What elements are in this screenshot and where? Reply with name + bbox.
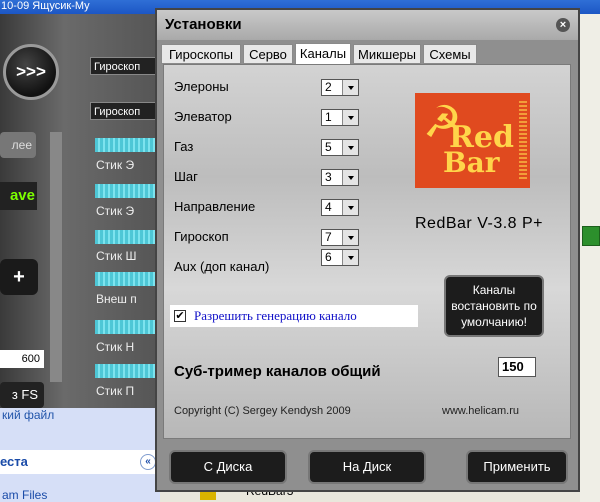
channel-select-rudder[interactable]: 4 (321, 199, 359, 216)
dialog-title: Установки (165, 16, 242, 33)
file-link[interactable]: кий файл (2, 408, 54, 422)
stick-label: Стик Э (96, 204, 135, 218)
collapse-icon[interactable]: « (140, 454, 156, 470)
task-section-title: еста (0, 454, 28, 469)
go-icon[interactable] (582, 226, 600, 246)
vertical-slider[interactable] (50, 132, 62, 382)
channel-select-ailerons[interactable]: 2 (321, 79, 359, 96)
channel-value: 2 (325, 80, 332, 94)
chevron-down-icon[interactable] (342, 230, 358, 245)
program-files-link[interactable]: am Files (2, 488, 47, 502)
chevron-down-icon[interactable] (342, 250, 358, 265)
stick-bar (95, 138, 160, 152)
channel-value: 5 (325, 140, 332, 154)
chevron-down-icon[interactable] (342, 200, 358, 215)
website-link[interactable]: www.helicam.ru (442, 405, 519, 417)
chevron-down-icon[interactable] (342, 140, 358, 155)
close-icon[interactable]: × (556, 18, 570, 32)
channel-label-elevator: Элеватор (174, 109, 232, 124)
enable-generation-checkbox[interactable]: ✔ (174, 310, 186, 322)
tab-mixers[interactable]: Микшеры (353, 44, 421, 64)
subtrim-input[interactable]: 150 (498, 357, 536, 377)
tab-gyros[interactable]: Гироскопы (161, 44, 241, 64)
background-window-edge (580, 14, 600, 502)
channel-select-elevator[interactable]: 1 (321, 109, 359, 126)
stick-bar (95, 320, 160, 334)
stick-label: Стик П (96, 384, 135, 398)
add-button[interactable]: + (0, 259, 38, 295)
redbar-logo: ☭ Red Bar (415, 93, 530, 188)
channel-value: 3 (325, 170, 332, 184)
logo-vertical-text (519, 101, 527, 181)
channels-panel: Элероны 2 Элеватор 1 Газ 5 Шаг 3 Направл… (163, 64, 571, 439)
logo-text-bar: Bar (443, 146, 500, 179)
channel-select-aux[interactable]: 6 (321, 249, 359, 266)
partial-button[interactable]: лее (0, 132, 36, 158)
stick-label: Стик Н (96, 340, 135, 354)
version-label: RedBar V-3.8 P+ (415, 215, 544, 232)
stick-label: Стик Ш (96, 249, 137, 263)
tab-servo[interactable]: Серво (243, 44, 293, 64)
channel-value: 7 (325, 230, 332, 244)
apply-button[interactable]: Применить (466, 450, 568, 484)
stick-label: Внеш п (96, 292, 137, 306)
stick-label: Стик Э (96, 158, 135, 172)
dialog-title-bar[interactable]: Установки × (157, 10, 578, 40)
chevron-down-icon[interactable] (342, 80, 358, 95)
play-button[interactable]: >>> (3, 44, 59, 100)
channel-value: 1 (325, 110, 332, 124)
gyro-combo-1[interactable]: Гироскоп (90, 57, 160, 75)
channel-value: 4 (325, 200, 332, 214)
load-from-disk-button[interactable]: С Диска (169, 450, 287, 484)
task-section-header[interactable]: еста « (0, 450, 160, 474)
stick-bar (95, 230, 160, 244)
channel-label-pitch: Шаг (174, 169, 198, 184)
stick-bar (95, 272, 160, 286)
channel-label-ailerons: Элероны (174, 79, 229, 94)
explorer-task-pane: кий файл еста « am Files (0, 408, 160, 502)
tab-schemes[interactable]: Схемы (423, 44, 477, 64)
channel-select-gyro[interactable]: 7 (321, 229, 359, 246)
chevron-down-icon[interactable] (342, 110, 358, 125)
enable-generation-label: Разрешить генерацию канало (194, 308, 357, 323)
chevron-down-icon[interactable] (342, 170, 358, 185)
settings-dialog: Установки × Гироскопы Серво Каналы Микше… (155, 8, 580, 492)
fs-button[interactable]: з FS (0, 382, 44, 408)
copyright-text: Copyright (C) Sergey Kendysh 2009 (174, 405, 351, 417)
stick-bar (95, 364, 160, 378)
stick-bar (95, 184, 160, 198)
tab-channels[interactable]: Каналы (295, 43, 351, 65)
channel-label-gyro: Гироскоп (174, 229, 229, 244)
save-to-disk-button[interactable]: На Диск (308, 450, 426, 484)
channel-select-pitch[interactable]: 3 (321, 169, 359, 186)
channel-value: 6 (325, 250, 332, 264)
value-field[interactable]: 600 (0, 350, 44, 368)
channel-select-throttle[interactable]: 5 (321, 139, 359, 156)
channel-label-throttle: Газ (174, 139, 194, 154)
reset-channels-button[interactable]: Каналы востановить по умолчанию! (444, 275, 544, 337)
background-app-panel: >>> Гироскоп Гироскоп лее ave + 600 з FS… (0, 14, 160, 409)
gyro-combo-2[interactable]: Гироскоп (90, 102, 160, 120)
background-title-text: 10-09 Ящусик-Му (0, 0, 90, 12)
save-indicator: ave (0, 182, 37, 210)
subtrim-label: Суб-тример каналов общий (174, 363, 381, 380)
enable-generation-row[interactable]: ✔ Разрешить генерацию канало (170, 305, 418, 327)
channel-label-rudder: Направление (174, 199, 256, 214)
channel-label-aux: Aux (доп канал) (174, 259, 270, 274)
